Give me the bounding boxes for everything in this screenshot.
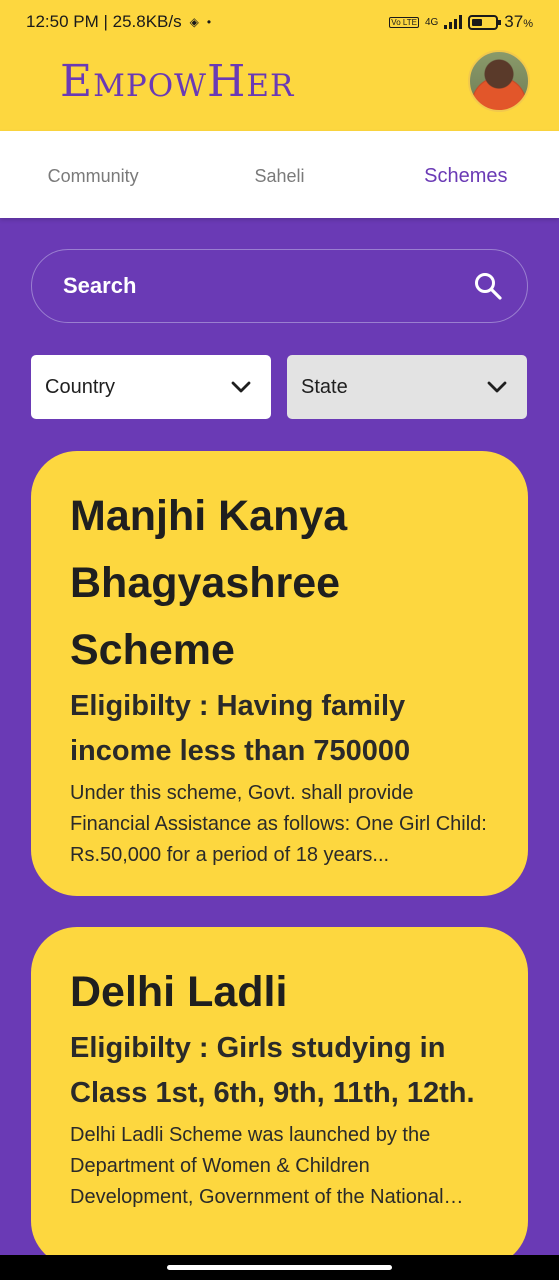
profile-avatar[interactable] xyxy=(468,50,530,112)
system-nav-bar xyxy=(0,1255,559,1280)
battery-icon xyxy=(468,14,502,30)
notification-dot-icon: • xyxy=(206,15,212,29)
status-left: 12:50 PM | 25.8KB/s ◈ • xyxy=(26,12,211,32)
scheme-card[interactable]: Delhi Ladli Eligibilty : Girls studying … xyxy=(31,927,528,1267)
search-label: Search xyxy=(63,273,137,298)
search-icon[interactable] xyxy=(473,271,503,301)
signal-icon xyxy=(444,15,463,29)
volte-icon: Vo LTE xyxy=(389,16,419,28)
scheme-eligibility: Eligibilty : Girls studying in Class 1st… xyxy=(70,1032,475,1109)
tab-saheli[interactable]: Saheli xyxy=(186,162,372,187)
status-right: Vo LTE 4G 37% xyxy=(389,12,533,32)
app-logo: EmpowHer xyxy=(60,56,295,107)
search-input[interactable]: Search xyxy=(31,249,528,323)
scheme-description: Under this scheme, Govt. shall provide F… xyxy=(70,782,487,866)
tab-bar: Community Saheli Schemes xyxy=(0,131,559,218)
network-type-label: 4G xyxy=(424,16,439,28)
status-time: 12:50 PM | 25.8KB/s xyxy=(26,12,182,31)
home-indicator[interactable] xyxy=(167,1265,392,1270)
battery-level: 37% xyxy=(504,12,533,31)
status-bar: 12:50 PM | 25.8KB/s ◈ • Vo LTE 4G 37% xyxy=(0,0,559,44)
chevron-down-icon xyxy=(487,381,507,393)
chevron-down-icon xyxy=(231,381,251,393)
tab-schemes[interactable]: Schemes xyxy=(373,161,559,188)
country-dropdown-label: Country xyxy=(45,375,116,398)
data-saver-icon: ◈ xyxy=(189,15,199,29)
scheme-description: Delhi Ladli Scheme was launched by the D… xyxy=(70,1124,444,1208)
app-bar: EmpowHer xyxy=(0,44,559,131)
scheme-card[interactable]: Manjhi Kanya Bhagyashree Scheme Eligibil… xyxy=(31,451,528,896)
tab-community[interactable]: Community xyxy=(0,162,186,187)
scheme-title: Delhi Ladli xyxy=(70,968,288,1016)
country-dropdown[interactable]: Country xyxy=(31,355,271,419)
scheme-eligibility: Eligibilty : Having family income less t… xyxy=(70,690,411,767)
state-dropdown[interactable]: State xyxy=(287,355,527,419)
state-dropdown-label: State xyxy=(301,375,348,398)
scheme-title: Manjhi Kanya Bhagyashree Scheme xyxy=(70,492,348,674)
